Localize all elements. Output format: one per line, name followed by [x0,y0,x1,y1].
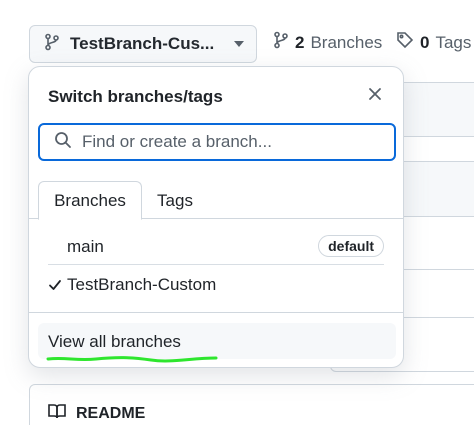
default-badge: default [318,235,384,257]
chevron-down-icon [234,41,244,47]
current-branch-label: TestBranch-Cus... [70,34,215,53]
search-icon [54,131,72,154]
readme-heading[interactable]: README [48,403,145,424]
branch-selector-button[interactable]: TestBranch-Cus... [29,25,257,63]
tab-tags[interactable]: Tags [147,181,203,220]
close-icon [368,87,382,106]
git-branch-icon [273,31,289,54]
popup-title: Switch branches/tags [48,87,223,106]
highlight-scribble [46,350,218,368]
repo-page: TestBranch-Cus... 2 Branches 0 Tags READ… [0,0,474,425]
tags-count: 0 [420,32,430,52]
view-all-branches-label: View all branches [48,332,181,351]
branch-list-divider [48,264,384,265]
branch-tag-tabs: Branches Tags [29,181,403,220]
tag-icon [396,31,414,54]
branch-search-input[interactable] [82,132,394,152]
view-all-branches-link[interactable]: View all branches [38,323,396,363]
tags-label: Tags [435,32,472,52]
branches-label: Branches [310,32,383,52]
branch-item-testbranch-custom[interactable]: TestBranch-Custom [67,275,216,295]
branches-count: 2 [295,32,305,52]
check-icon [48,278,62,296]
branch-switcher-popup: Switch branches/tags Branches Tags main … [28,66,404,368]
book-icon [48,403,66,424]
branch-search-field[interactable] [38,123,396,161]
tab-branches[interactable]: Branches [38,181,142,220]
close-button[interactable] [365,86,385,106]
git-branch-icon [44,33,60,56]
branches-link[interactable]: 2 Branches [273,31,382,54]
readme-label: README [76,404,146,422]
branch-item-main[interactable]: main [67,237,104,257]
tags-link[interactable]: 0 Tags [396,31,471,54]
popup-footer-divider [29,312,403,313]
